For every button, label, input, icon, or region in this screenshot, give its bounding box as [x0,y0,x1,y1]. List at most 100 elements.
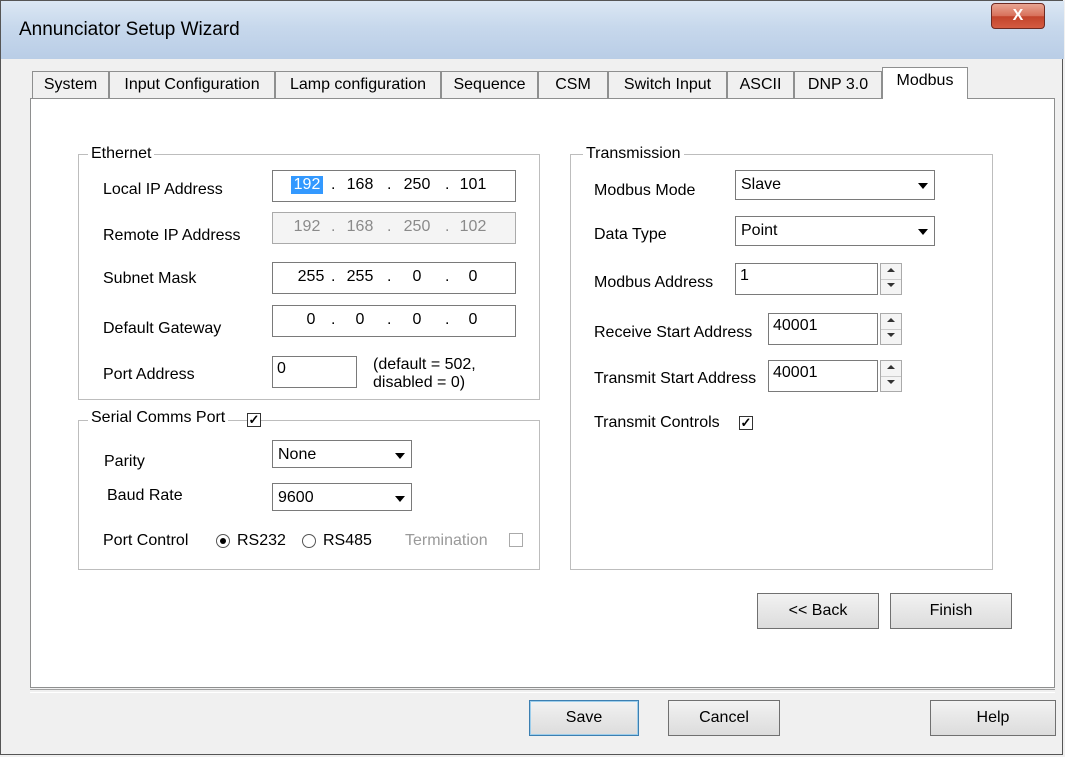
ip-octet: 168 [346,218,374,235]
parity-label: Parity [104,453,145,470]
ip-dot: . [387,218,392,235]
serial-comms-checkbox[interactable]: ✓ [247,413,261,427]
ip-octet[interactable]: 168 [340,176,380,194]
baud-rate-label: Baud Rate [107,487,183,504]
cancel-button[interactable]: Cancel [668,700,780,736]
port-address-input[interactable]: 0 [272,356,357,388]
finish-button[interactable]: Finish [890,593,1012,629]
ip-dot: . [331,176,336,193]
close-button[interactable]: X [991,3,1045,29]
remote-ip-label: Remote IP Address [103,227,241,244]
tab-lamp-configuration[interactable]: Lamp configuration [275,71,441,98]
help-button[interactable]: Help [930,700,1056,736]
spin-down-icon[interactable] [881,376,901,391]
receive-start-spinner[interactable] [880,313,902,345]
tab-csm[interactable]: CSM [538,71,608,98]
tab-label: Switch Input [623,76,712,93]
tab-sequence[interactable]: Sequence [441,71,538,98]
ip-octet[interactable]: 0 [291,311,331,329]
tab-modbus[interactable]: Modbus [882,67,968,99]
ip-octet[interactable]: 0 [453,268,493,286]
tab-ascii[interactable]: ASCII [727,71,794,98]
termination-label: Termination [405,532,488,549]
data-type-label: Data Type [594,226,667,243]
modbus-address-input[interactable]: 1 [735,263,878,295]
port-note-line2: disabled = 0) [373,374,466,391]
transmit-start-spinner[interactable] [880,360,902,392]
local-ip-label: Local IP Address [103,181,223,198]
chevron-down-icon[interactable] [913,172,933,198]
spin-up-icon[interactable] [881,314,901,330]
tab-system[interactable]: System [32,71,109,98]
ip-octet[interactable]: 101 [453,176,493,194]
ip-dot: . [331,218,336,235]
ip-octet: 102 [459,218,487,235]
ip-octet[interactable]: 250 [397,176,437,194]
ip-octet[interactable]: 192 [291,176,323,194]
default-gateway-label: Default Gateway [103,320,222,337]
port-control-label: Port Control [103,532,189,549]
baud-rate-value: 9600 [278,489,314,506]
tab-label: Modbus [896,72,954,89]
ip-dot: . [331,311,336,328]
title-bar[interactable]: Annunciator Setup Wizard X [1,1,1064,59]
spin-up-icon[interactable] [881,361,901,377]
ip-octet[interactable]: 0 [340,311,380,329]
subnet-mask-field[interactable]: 255 . 255 . 0 . 0 [272,262,516,294]
subnet-mask-label: Subnet Mask [103,270,197,287]
default-gateway-field[interactable]: 0 . 0 . 0 . 0 [272,305,516,337]
rs485-radio[interactable] [302,534,316,548]
port-note-line1: (default = 502, [373,356,476,373]
ip-dot: . [387,268,392,285]
rs232-label[interactable]: RS232 [237,532,286,550]
transmit-controls-checkbox[interactable]: ✓ [739,416,753,430]
chevron-down-icon[interactable] [390,442,410,466]
termination-checkbox [509,533,523,547]
data-type-select[interactable]: Point [735,216,935,246]
ethernet-group-label: Ethernet [88,145,155,163]
back-button[interactable]: << Back [757,593,879,629]
ip-octet[interactable]: 0 [453,311,493,329]
window-title: Annunciator Setup Wizard [19,19,240,40]
chevron-down-icon[interactable] [913,218,933,244]
baud-rate-select[interactable]: 9600 [272,483,412,511]
parity-select[interactable]: None [272,440,412,468]
ip-octet[interactable]: 255 [291,268,331,286]
tab-label: Sequence [453,76,526,93]
tab-dnp3[interactable]: DNP 3.0 [794,71,882,98]
spin-down-icon[interactable] [881,279,901,294]
transmit-controls-label: Transmit Controls [594,414,720,431]
port-address-note: (default = 502, disabled = 0) [373,356,476,392]
modbus-address-label: Modbus Address [594,274,714,291]
ip-octet[interactable]: 0 [397,311,437,329]
chevron-down-icon[interactable] [390,485,410,509]
local-ip-field[interactable]: 192 . 168 . 250 . 101 [272,170,516,202]
ip-octet[interactable]: 0 [397,268,437,286]
ip-octet: 250 [403,218,431,235]
ip-dot: . [387,176,392,193]
modbus-mode-value: Slave [741,176,782,193]
ip-octet[interactable]: 255 [340,268,380,286]
receive-start-label: Receive Start Address [594,324,753,341]
close-icon: X [1012,7,1024,24]
receive-start-input[interactable]: 40001 [768,313,878,345]
spin-down-icon[interactable] [881,329,901,344]
rs485-label[interactable]: RS485 [323,532,372,550]
tab-label: System [43,76,98,93]
ip-dot: . [331,268,336,285]
tab-label: ASCII [739,76,782,93]
tab-label: Lamp configuration [289,76,427,93]
modbus-address-spinner[interactable] [880,263,902,295]
tab-input-configuration[interactable]: Input Configuration [109,71,275,98]
ip-dot: . [445,176,450,193]
transmission-group-label: Transmission [583,145,684,163]
tab-switch-input[interactable]: Switch Input [608,71,727,98]
modbus-mode-label: Modbus Mode [594,182,696,199]
save-button[interactable]: Save [529,700,639,736]
rs232-radio[interactable] [216,534,230,548]
ip-dot: . [387,311,392,328]
spin-up-icon[interactable] [881,264,901,280]
transmit-start-input[interactable]: 40001 [768,360,878,392]
modbus-mode-select[interactable]: Slave [735,170,935,200]
parity-value: None [278,446,317,463]
